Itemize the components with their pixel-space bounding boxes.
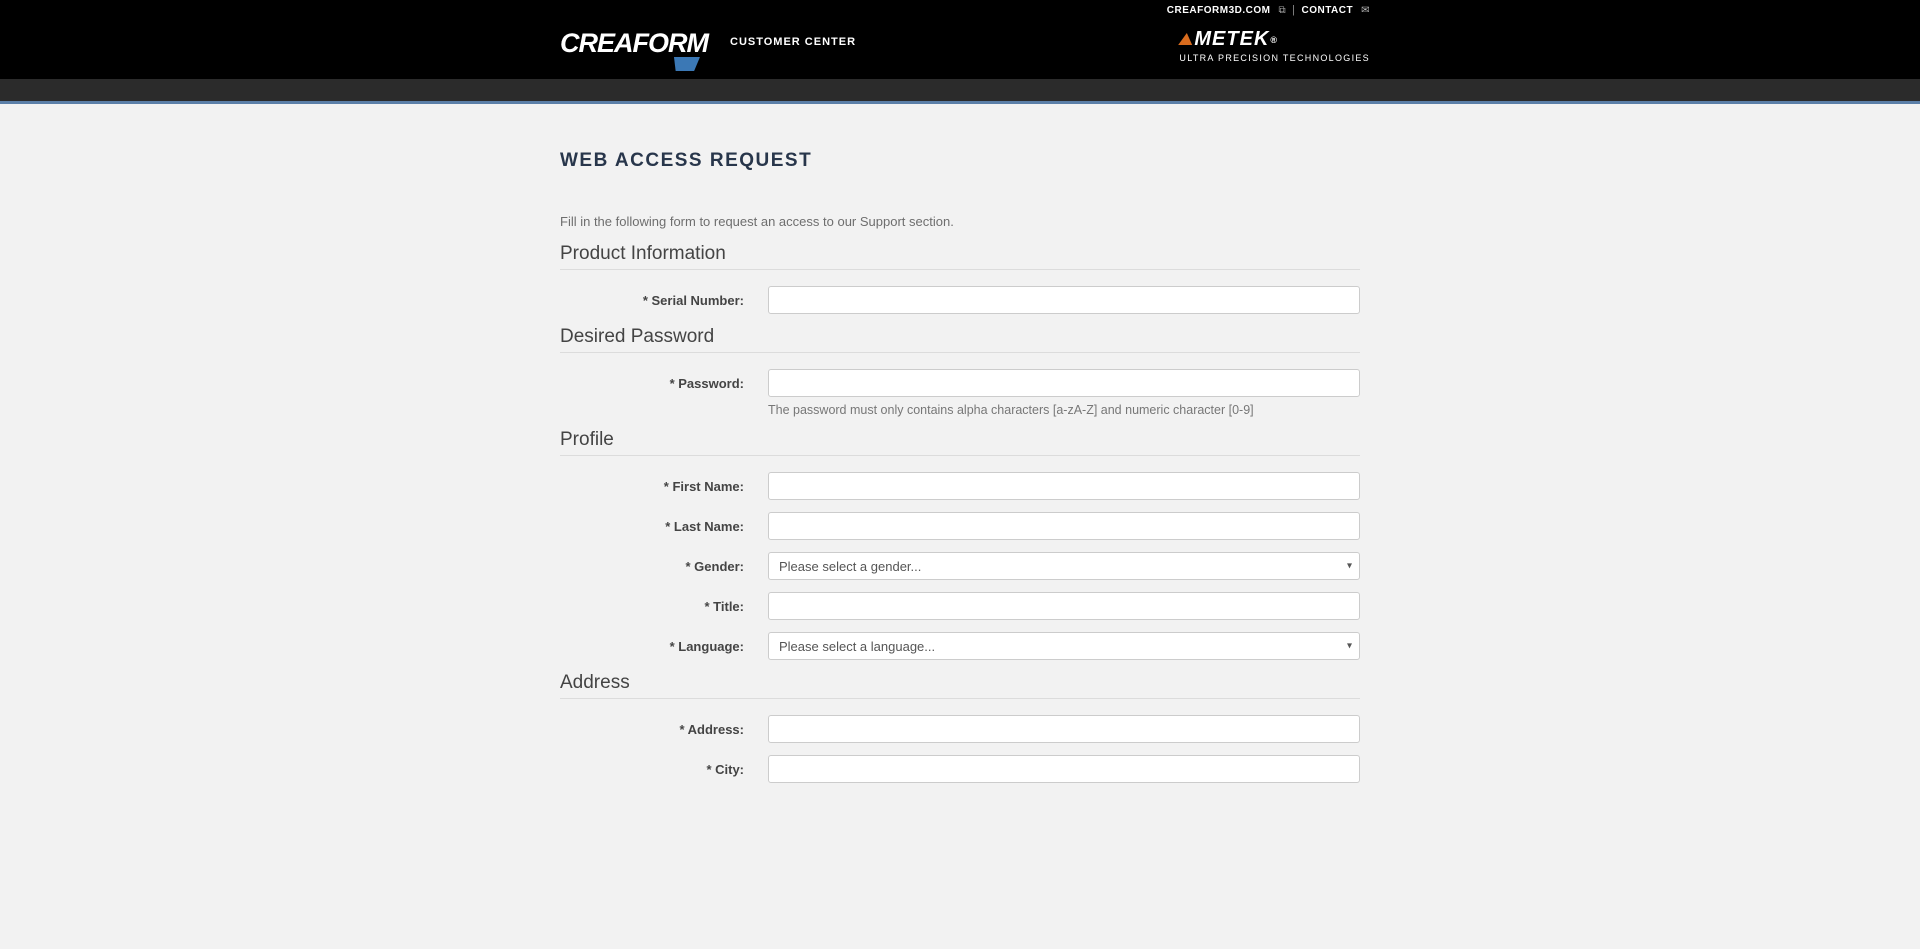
row-address: * Address:: [560, 715, 1360, 743]
label-first-name: * First Name:: [560, 479, 768, 494]
top-links: CREAFORM3D.COM ⧉ | CONTACT ✉: [1167, 4, 1370, 16]
creaform-cube-icon: [672, 57, 700, 71]
divider: |: [1292, 4, 1295, 16]
serial-number-input[interactable]: [768, 286, 1360, 314]
address-input[interactable]: [768, 715, 1360, 743]
creaform-logo[interactable]: CREAFORM: [560, 28, 708, 59]
gender-select[interactable]: Please select a gender...: [768, 552, 1360, 580]
password-hint: The password must only contains alpha ch…: [768, 403, 1360, 417]
ametek-logo: METEK ®: [1179, 28, 1370, 51]
section-profile: Profile: [560, 429, 1360, 456]
label-language: * Language:: [560, 639, 768, 654]
ametek-subline: ULTRA PRECISION TECHNOLOGIES: [1179, 53, 1370, 63]
label-gender: * Gender:: [560, 559, 768, 574]
row-last-name: * Last Name:: [560, 512, 1360, 540]
label-address: * Address:: [560, 722, 768, 737]
link-creaform3d[interactable]: CREAFORM3D.COM: [1167, 5, 1271, 16]
label-password: * Password:: [560, 376, 768, 391]
label-city: * City:: [560, 762, 768, 777]
password-input[interactable]: [768, 369, 1360, 397]
row-city: * City:: [560, 755, 1360, 783]
last-name-input[interactable]: [768, 512, 1360, 540]
section-product-info: Product Information: [560, 243, 1360, 270]
row-serial-number: * Serial Number:: [560, 286, 1360, 314]
label-last-name: * Last Name:: [560, 519, 768, 534]
row-title: * Title:: [560, 592, 1360, 620]
page-intro: Fill in the following form to request an…: [560, 214, 1360, 229]
nav-bar: [0, 79, 1920, 104]
row-language: * Language: Please select a language...: [560, 632, 1360, 660]
link-contact[interactable]: CONTACT: [1301, 5, 1353, 16]
brand-block: CREAFORM CUSTOMER CENTER: [560, 28, 856, 59]
main-content: WEB ACCESS REQUEST Fill in the following…: [560, 104, 1360, 855]
label-title: * Title:: [560, 599, 768, 614]
page-title: WEB ACCESS REQUEST: [560, 150, 1360, 172]
row-password: * Password:: [560, 369, 1360, 397]
section-desired-password: Desired Password: [560, 326, 1360, 353]
label-serial-number: * Serial Number:: [560, 293, 768, 308]
language-select[interactable]: Please select a language...: [768, 632, 1360, 660]
ametek-wordmark: METEK: [1194, 28, 1269, 51]
row-first-name: * First Name:: [560, 472, 1360, 500]
first-name-input[interactable]: [768, 472, 1360, 500]
ametek-block: METEK ® ULTRA PRECISION TECHNOLOGIES: [1179, 28, 1370, 63]
external-link-icon: ⧉: [1278, 5, 1286, 16]
top-header: CREAFORM3D.COM ⧉ | CONTACT ✉ CREAFORM CU…: [0, 0, 1920, 79]
section-address: Address: [560, 672, 1360, 699]
mail-icon: ✉: [1361, 5, 1370, 16]
row-gender: * Gender: Please select a gender...: [560, 552, 1360, 580]
customer-center-label: CUSTOMER CENTER: [730, 36, 856, 48]
creaform-wordmark: CREAFORM: [560, 28, 708, 59]
city-input[interactable]: [768, 755, 1360, 783]
title-input[interactable]: [768, 592, 1360, 620]
registered-icon: ®: [1270, 35, 1278, 45]
ametek-triangle-icon: [1179, 33, 1195, 45]
